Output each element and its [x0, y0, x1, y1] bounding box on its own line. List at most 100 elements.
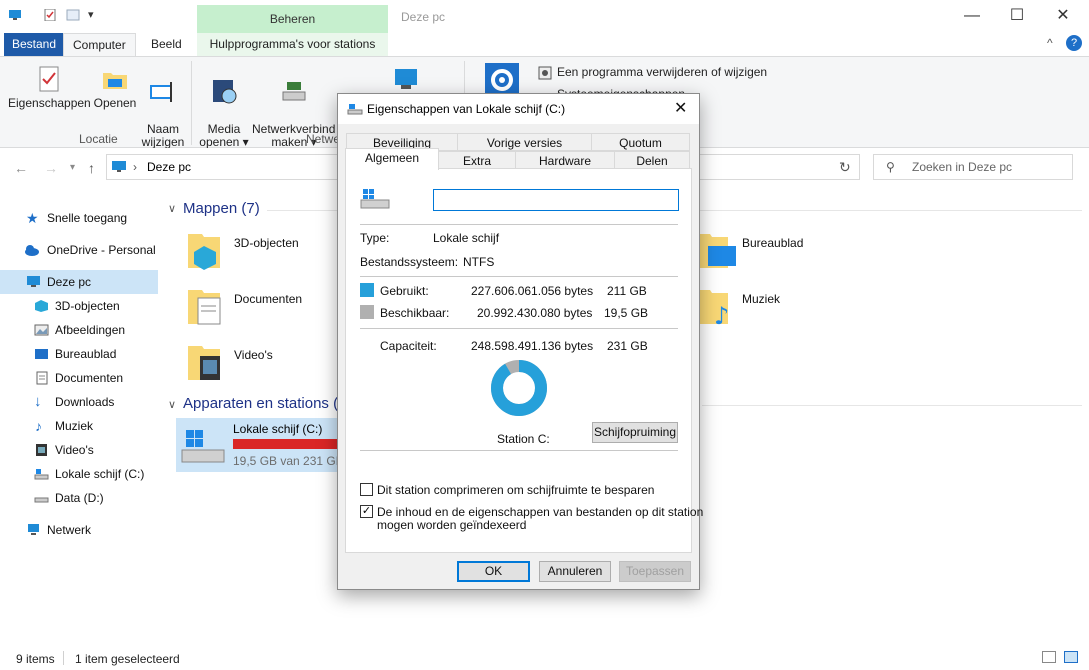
back-arrow-icon[interactable]: ← — [14, 160, 28, 176]
desktop-icon — [35, 349, 48, 359]
separator — [360, 328, 678, 329]
dialog-title: Eigenschappen van Lokale schijf (C:) — [367, 102, 566, 116]
sidebar-item-label: 3D-objecten — [55, 299, 120, 313]
tab-vorige-versies[interactable]: Vorige versies — [457, 133, 592, 151]
drive-icon — [360, 189, 390, 209]
free-gb: 19,5 GB — [604, 306, 649, 320]
recent-locations-icon[interactable]: ▾ — [70, 162, 75, 173]
sidebar-item-music[interactable]: ♪ Muziek — [0, 414, 158, 438]
apply-button[interactable]: Toepassen — [619, 561, 691, 582]
music-icon: ♪ — [35, 418, 42, 434]
chevron-down-icon[interactable]: ∨ — [168, 398, 176, 411]
tab-bestand[interactable]: Bestand — [4, 33, 65, 56]
disk-cleanup-button[interactable]: Schijfopruiming — [592, 422, 678, 443]
tab-hardware[interactable]: Hardware — [515, 151, 615, 169]
minimize-button[interactable]: — — [960, 6, 984, 26]
tab-algemeen[interactable]: Algemeen — [345, 148, 439, 170]
rename-button[interactable]: Naam wijzigen — [140, 65, 186, 149]
video-icon — [36, 444, 47, 456]
sidebar-item-downloads[interactable]: ↓ Downloads — [0, 390, 158, 414]
free-bytes: 20.992.430.080 bytes — [477, 306, 593, 320]
filesystem-value: NTFS — [463, 255, 495, 269]
help-icon[interactable]: ? — [1066, 35, 1082, 51]
network-drive-icon — [282, 82, 306, 101]
folder-label: 3D-objecten — [234, 236, 299, 250]
sidebar-item-documents[interactable]: Documenten — [0, 366, 158, 390]
properties-button[interactable]: Eigenschappen — [8, 65, 91, 110]
filesystem-label: Bestandssysteem: — [360, 255, 459, 269]
sidebar-item-label: Netwerk — [47, 523, 92, 537]
search-input[interactable]: ⚲ Zoeken in Deze pc — [873, 154, 1073, 180]
open-folder-icon — [103, 73, 127, 89]
sidebar-item-desktop[interactable]: Bureaublad — [0, 342, 158, 366]
properties-icon[interactable] — [43, 9, 57, 21]
drive-label-input[interactable] — [433, 189, 679, 211]
folder-desktop[interactable]: Bureaublad — [694, 228, 874, 278]
sidebar-item-local-disk-c[interactable]: Lokale schijf (C:) — [0, 462, 158, 486]
capacity-bytes: 248.598.491.136 bytes — [471, 339, 594, 353]
collapse-ribbon-icon[interactable]: ^ — [1047, 36, 1053, 50]
sidebar-item-videos[interactable]: Video's — [0, 438, 158, 462]
tab-computer[interactable]: Computer — [63, 33, 136, 56]
devices-section-title[interactable]: Apparaten en stations ( — [183, 395, 338, 412]
large-icons-view-icon[interactable] — [1064, 651, 1078, 663]
status-bar: 9 items 1 item geselecteerd — [0, 648, 1089, 670]
folder-music[interactable]: ♪ Muziek — [694, 284, 874, 334]
rename-icon — [150, 82, 172, 102]
index-checkbox[interactable]: ✓ — [360, 505, 373, 518]
breadcrumb-chevron-icon[interactable]: › — [133, 160, 137, 174]
station-label: Station C: — [497, 432, 550, 446]
tab-beeld[interactable]: Beeld — [142, 33, 191, 56]
drive-name: Lokale schijf (C:) — [233, 422, 323, 436]
group-label-locatie: Locatie — [79, 132, 118, 146]
uninstall-program-button[interactable]: Een programma verwijderen of wijzigen — [557, 65, 767, 79]
network-location-icon[interactable] — [391, 67, 421, 93]
up-arrow-icon[interactable]: ↑ — [88, 160, 95, 176]
tab-delen[interactable]: Delen — [614, 151, 690, 169]
quick-access-dropdown-icon[interactable]: ▾ — [88, 8, 94, 21]
status-divider — [63, 651, 64, 665]
uninstall-icon — [538, 66, 552, 80]
sidebar-item-this-pc[interactable]: Deze pc — [0, 270, 158, 294]
sidebar-item-label: Lokale schijf (C:) — [55, 467, 145, 481]
tab-quotum[interactable]: Quotum — [591, 133, 690, 151]
documents-folder-icon — [188, 290, 221, 325]
cube-icon — [35, 300, 48, 312]
sidebar-item-3d-objects[interactable]: 3D-objecten — [0, 294, 158, 318]
breadcrumb[interactable]: Deze pc — [147, 160, 191, 174]
sidebar-item-label: Downloads — [55, 395, 115, 409]
details-view-icon[interactable] — [1042, 651, 1056, 663]
sidebar-item-label: Data (D:) — [55, 491, 104, 505]
ok-button[interactable]: OK — [457, 561, 530, 582]
computer-icon[interactable] — [8, 9, 22, 21]
sidebar-item-label: Documenten — [55, 371, 124, 385]
dialog-close-button[interactable]: ✕ — [674, 98, 687, 118]
sidebar-item-quick-access[interactable]: ★ Snelle toegang — [0, 206, 158, 230]
computer-icon — [27, 276, 40, 287]
compress-checkbox[interactable] — [360, 483, 373, 496]
tab-hulpprogrammas[interactable]: Hulpprogramma's voor stations — [197, 33, 388, 56]
index-label-line-1: De inhoud en de eigenschappen van bestan… — [377, 505, 704, 519]
sidebar-item-network[interactable]: Netwerk — [0, 518, 158, 542]
new-folder-icon[interactable] — [66, 9, 80, 21]
settings-gear-icon[interactable] — [485, 63, 519, 97]
title-bar: ▾ Beheren Deze pc — ☐ ✕ — [0, 0, 1089, 33]
properties-label: Eigenschappen — [8, 96, 91, 110]
folders-section-title[interactable]: Mappen (7) — [183, 200, 260, 217]
maximize-button[interactable]: ☐ — [1005, 6, 1029, 26]
sidebar-item-data-d[interactable]: Data (D:) — [0, 486, 158, 510]
window-title: Deze pc — [401, 10, 446, 24]
sidebar-item-label: OneDrive - Personal — [47, 243, 156, 257]
forward-arrow-icon[interactable]: → — [44, 160, 58, 176]
status-selection: 1 item geselecteerd — [75, 652, 180, 666]
close-button[interactable]: ✕ — [1051, 6, 1075, 26]
sidebar-item-onedrive[interactable]: OneDrive - Personal — [0, 238, 158, 262]
sidebar-item-pictures[interactable]: Afbeeldingen — [0, 318, 158, 342]
refresh-icon[interactable]: ↻ — [839, 159, 851, 176]
tab-extra[interactable]: Extra — [438, 151, 516, 169]
separator — [360, 450, 678, 451]
open-button[interactable]: Openen — [93, 65, 137, 110]
open-media-button[interactable]: Media openen ▾ — [197, 65, 251, 149]
chevron-down-icon[interactable]: ∨ — [168, 202, 176, 215]
cancel-button[interactable]: Annuleren — [539, 561, 611, 582]
